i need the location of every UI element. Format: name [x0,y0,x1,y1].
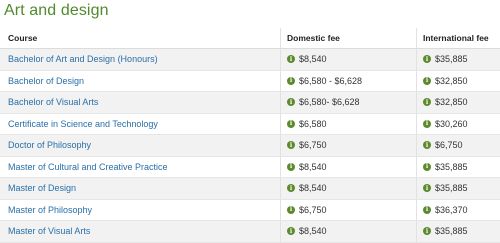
column-divider [280,156,281,177]
international-fee-cell: i $35,885 [423,221,468,242]
domestic-fee-value: $6,750 [299,140,327,151]
info-icon[interactable]: i [423,55,431,64]
table-row: Master of Cultural and Creative Practice… [0,156,500,178]
domestic-fee-cell: i $6,750 [287,200,327,221]
column-divider [280,113,281,134]
course-link[interactable]: Master of Design [8,178,76,199]
international-fee-cell: i $32,850 [423,71,468,92]
international-fee-cell: i $35,885 [423,178,468,199]
column-divider [416,49,417,70]
column-divider [280,199,281,220]
course-link[interactable]: Bachelor of Visual Arts [8,92,98,113]
info-icon[interactable]: i [287,227,295,236]
column-divider [416,178,417,199]
domestic-fee-cell: i $8,540 [287,157,327,178]
course-link[interactable]: Certificate in Science and Technology [8,114,158,135]
international-fee-value: $35,885 [435,161,468,172]
table-row: Master of Philosophy i $6,750 i $36,370 [0,199,500,221]
table-row: Master of Visual Arts i $8,540 i $35,885 [0,221,500,243]
info-icon[interactable]: i [423,76,431,85]
table-row: Doctor of Philosophy i $6,750 i $6,750 [0,135,500,157]
table-row: Bachelor of Art and Design (Honours) i $8,… [0,49,500,71]
column-divider [416,92,417,113]
info-icon[interactable]: i [287,119,295,128]
domestic-fee-cell: i $6,580 [287,114,327,135]
domestic-fee-value: $6,580 - $6,628 [299,75,363,86]
column-divider [416,135,417,156]
international-fee-cell: i $6,750 [423,135,463,156]
info-icon[interactable]: i [287,98,295,107]
column-divider [416,28,417,48]
info-icon[interactable]: i [423,98,431,107]
domestic-fee-cell: i $8,540 [287,178,327,199]
domestic-fee-value: $6,580- $6,628 [299,97,360,108]
course-link[interactable]: Bachelor of Design [8,71,84,92]
info-icon[interactable]: i [423,205,431,214]
international-fee-value: $32,850 [435,97,468,108]
international-fee-value: $35,885 [435,226,468,237]
course-link[interactable]: Master of Cultural and Creative Practice [8,157,168,178]
info-icon[interactable]: i [287,55,295,64]
domestic-fee-cell: i $6,580- $6,628 [287,92,360,113]
course-link[interactable]: Master of Visual Arts [8,221,90,242]
column-divider [280,49,281,70]
domestic-fee-cell: i $8,540 [287,221,327,242]
column-divider [416,199,417,220]
domestic-fee-value: $6,580 [299,118,327,129]
domestic-fee-value: $8,540 [299,54,327,65]
international-fee-cell: i $36,370 [423,200,468,221]
column-header-domestic-fee: Domestic fee [287,33,340,43]
info-icon[interactable]: i [423,141,431,150]
domestic-fee-value: $8,540 [299,226,327,237]
column-divider [280,221,281,242]
info-icon[interactable]: i [423,184,431,193]
column-divider [280,135,281,156]
column-divider [416,70,417,91]
domestic-fee-value: $8,540 [299,183,327,194]
domestic-fee-value: $8,540 [299,161,327,172]
international-fee-value: $6,750 [435,140,463,151]
column-divider [280,70,281,91]
domestic-fee-cell: i $6,580 - $6,628 [287,71,362,92]
info-icon[interactable]: i [287,76,295,85]
international-fee-value: $35,885 [435,183,468,194]
table-row: Certificate in Science and Technology i $6… [0,113,500,135]
table-body: Bachelor of Art and Design (Honours) i $8,… [0,49,500,243]
info-icon[interactable]: i [423,119,431,128]
domestic-fee-value: $6,750 [299,204,327,215]
column-divider [416,113,417,134]
column-header-international-fee: International fee [423,33,489,43]
column-divider [280,178,281,199]
column-divider [416,156,417,177]
international-fee-value: $32,850 [435,75,468,86]
info-icon[interactable]: i [287,205,295,214]
info-icon[interactable]: i [287,162,295,171]
domestic-fee-cell: i $6,750 [287,135,327,156]
course-link[interactable]: Doctor of Philosophy [8,135,91,156]
info-icon[interactable]: i [287,141,295,150]
international-fee-value: $35,885 [435,54,468,65]
column-header-course: Course [8,33,38,43]
info-icon[interactable]: i [423,227,431,236]
international-fee-cell: i $35,885 [423,49,468,70]
course-link[interactable]: Master of Philosophy [8,200,92,221]
international-fee-cell: i $32,850 [423,92,468,113]
column-divider [416,221,417,242]
international-fee-cell: i $30,260 [423,114,468,135]
international-fee-value: $36,370 [435,204,468,215]
international-fee-value: $30,260 [435,118,468,129]
column-divider [280,28,281,48]
international-fee-cell: i $35,885 [423,157,468,178]
column-divider [280,92,281,113]
domestic-fee-cell: i $8,540 [287,49,327,70]
info-icon[interactable]: i [423,162,431,171]
fees-table: Course Domestic fee International fee Ba… [0,28,500,243]
table-row: Bachelor of Visual Arts i $6,580- $6,628 i $… [0,92,500,114]
info-icon[interactable]: i [287,184,295,193]
course-link[interactable]: Bachelor of Art and Design (Honours) [8,49,158,70]
table-row: Bachelor of Design i $6,580 - $6,628 i $32,8… [0,70,500,92]
table-row: Master of Design i $8,540 i $35,885 [0,178,500,200]
table-header: Course Domestic fee International fee [0,28,500,49]
page-title: Art and design [4,2,109,19]
